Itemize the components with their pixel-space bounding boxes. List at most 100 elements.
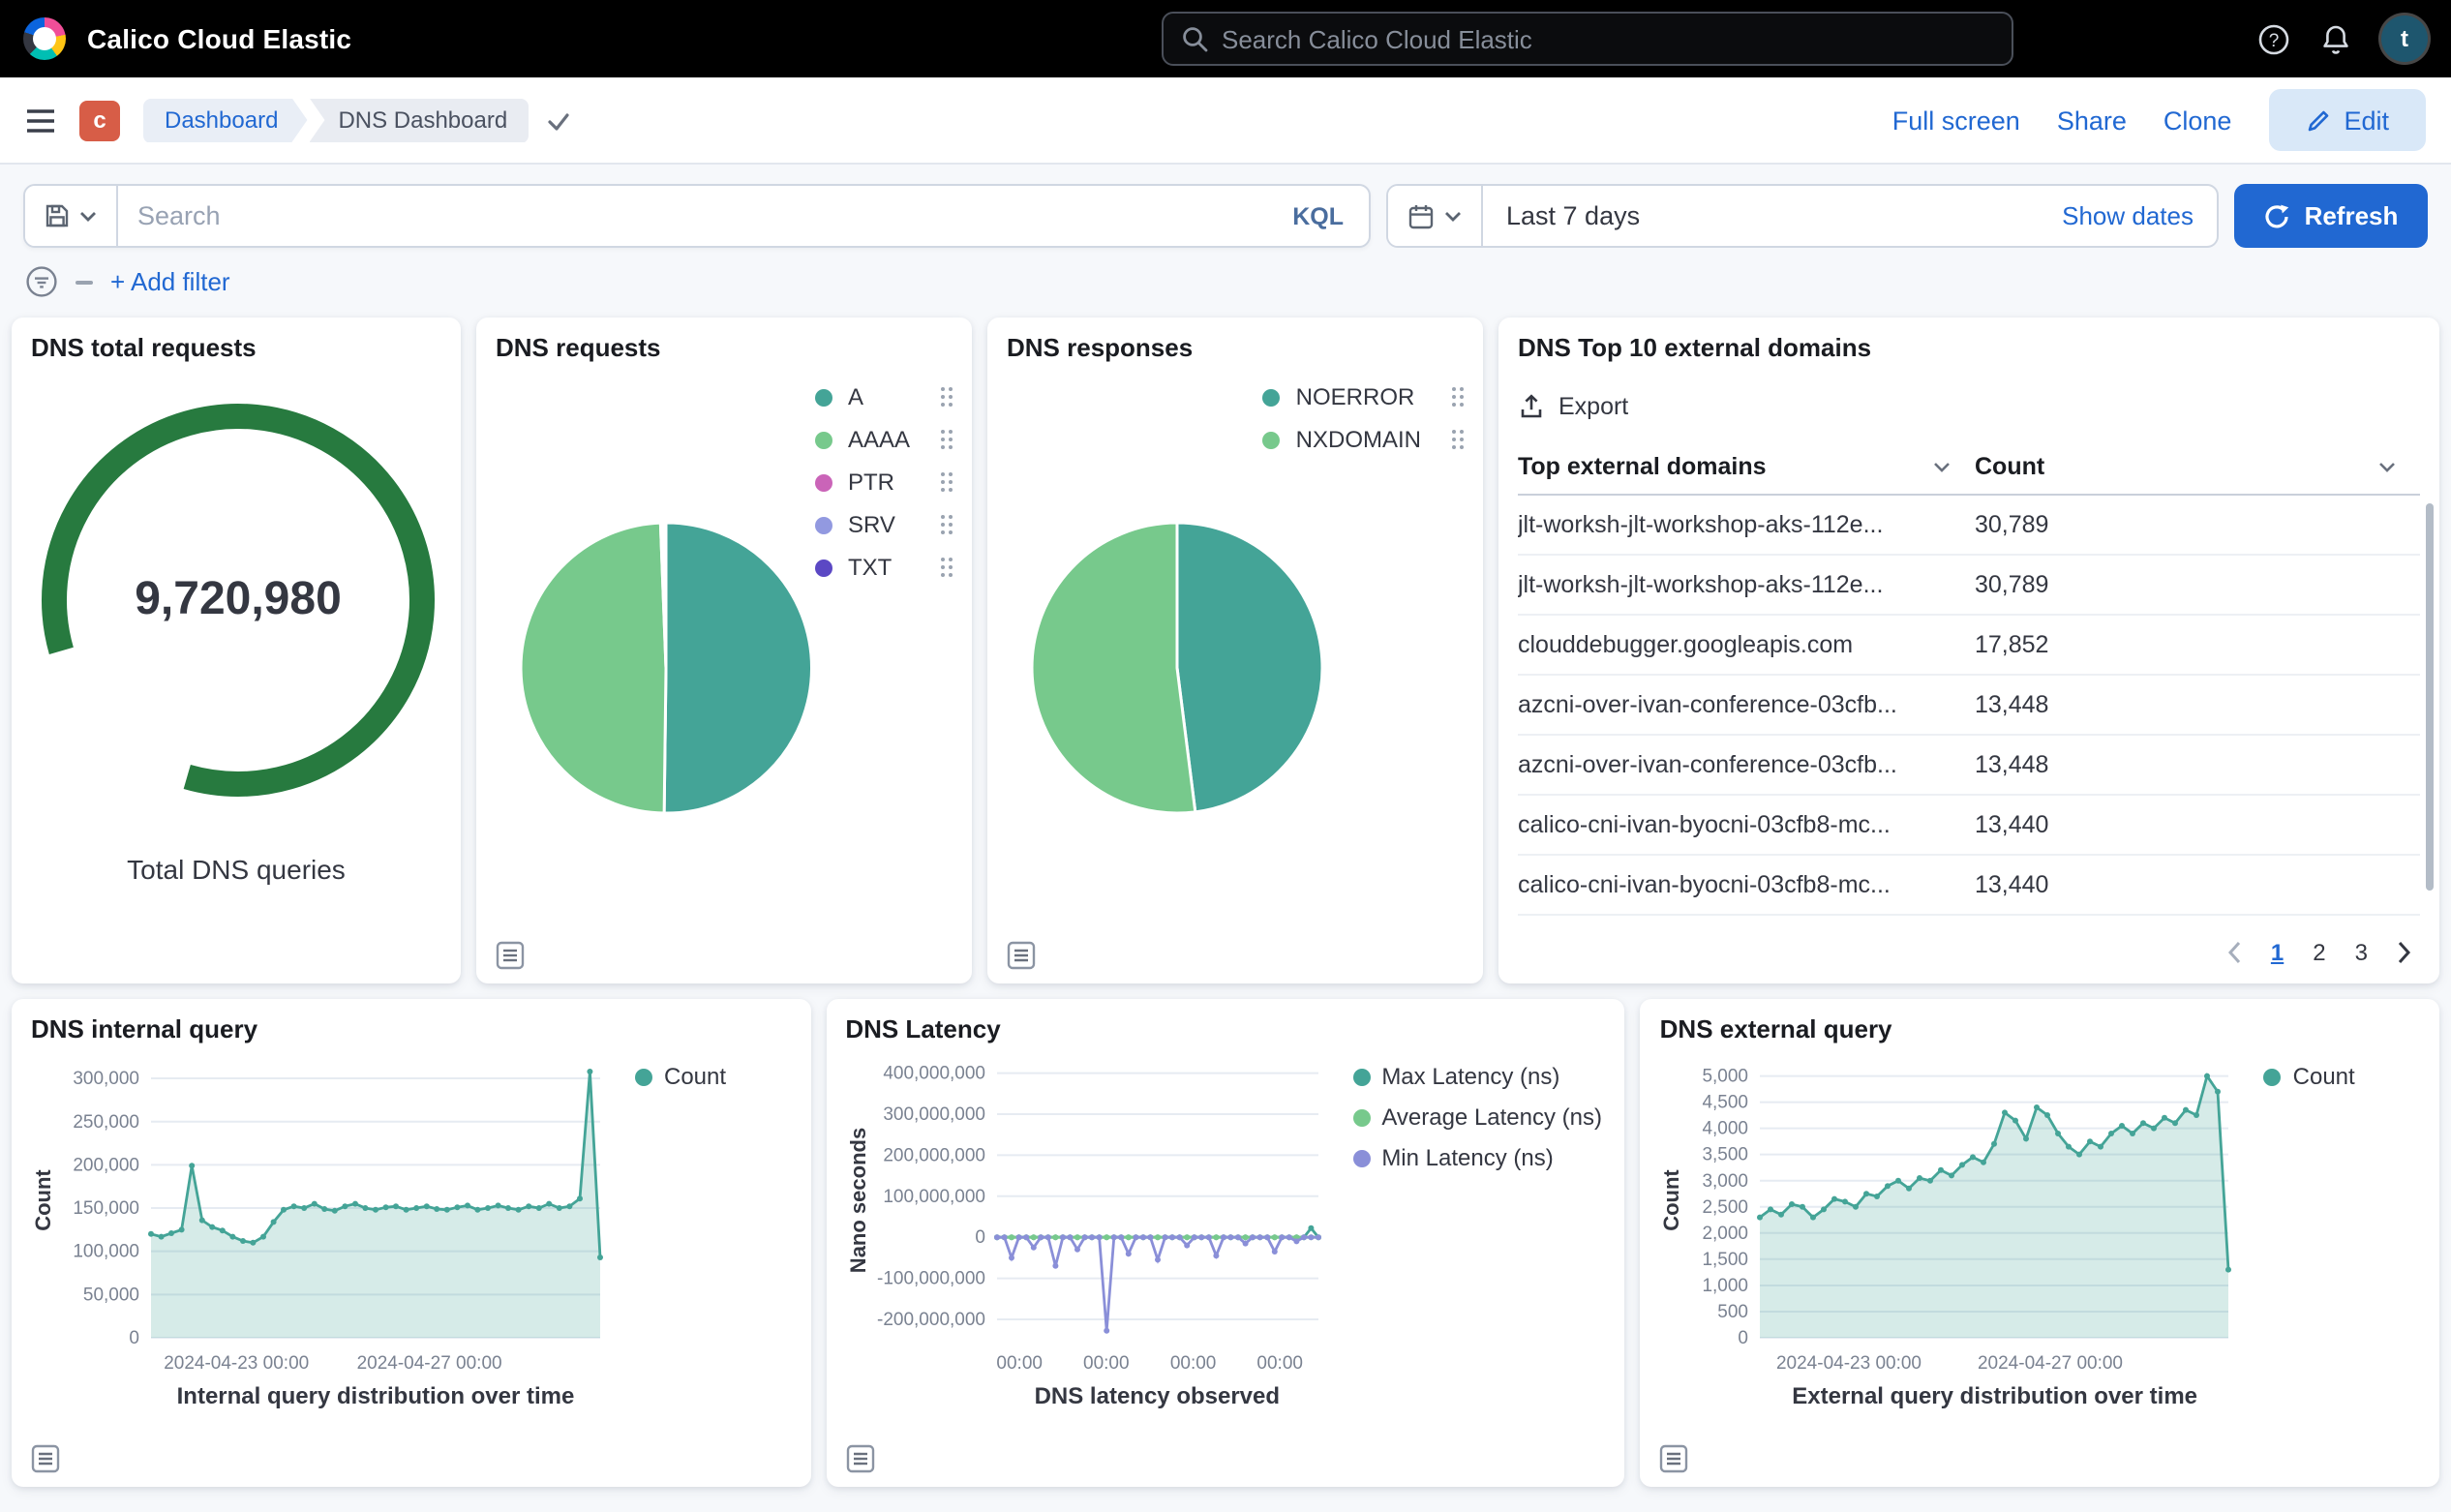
domain-cell: azcni-over-ivan-conference-03cfb... [1518, 691, 1975, 718]
breadcrumb-dashboard[interactable]: Dashboard [143, 98, 307, 142]
domains-table-body: jlt-worksh-jlt-workshop-aks-112e... 30,78… [1518, 496, 2420, 916]
elastic-logo[interactable] [23, 17, 66, 60]
notifications-icon[interactable] [2319, 22, 2352, 55]
legend-item-label: Min Latency (ns) [1381, 1144, 1553, 1171]
legend-actions-icon[interactable] [940, 515, 953, 535]
calendar-button[interactable] [1388, 186, 1483, 246]
search-icon [1181, 25, 1208, 52]
page-number-1[interactable]: 1 [2271, 939, 2284, 966]
legend-item[interactable]: Min Latency (ns) [1352, 1144, 1605, 1171]
legend-item[interactable]: Max Latency (ns) [1352, 1063, 1605, 1090]
column-header-top-external-domains[interactable]: Top external domains [1518, 453, 1975, 480]
legend-toggle-icon[interactable] [845, 1444, 874, 1473]
legend-item-txt[interactable]: TXT [848, 554, 910, 581]
domain-cell: jlt-worksh-jlt-workshop-aks-112e... [1518, 511, 1975, 538]
table-row: calico-cni-ivan-byocni-03cfb8-mc...13,44… [1518, 856, 2420, 916]
show-dates-link[interactable]: Show dates [2062, 201, 2194, 230]
legend-toggle-icon[interactable] [31, 1444, 60, 1473]
user-avatar[interactable]: t [2381, 15, 2428, 62]
panel-dns-latency: DNS Latency -200,000,000-100,000,0000100… [826, 999, 1624, 1487]
svg-text:2024-04-27 00:00: 2024-04-27 00:00 [357, 1353, 502, 1374]
legend-item-a[interactable]: A [848, 383, 910, 410]
share-button[interactable]: Share [2057, 106, 2127, 135]
legend-toggle-icon[interactable] [1660, 1444, 1689, 1473]
chart-legend: Count [616, 1047, 791, 1409]
legend-item[interactable]: Count [2264, 1063, 2420, 1090]
panel-title: DNS requests [496, 333, 953, 362]
svg-text:3,000: 3,000 [1703, 1171, 1749, 1192]
svg-text:250,000: 250,000 [73, 1112, 139, 1133]
legend-item-label: Count [2293, 1063, 2355, 1090]
dashboard-header-bar: c Dashboard DNS Dashboard Full screen Sh… [0, 77, 2451, 165]
previous-page-icon[interactable] [2226, 941, 2242, 964]
global-search-input[interactable] [1222, 24, 1994, 53]
query-search-input[interactable] [118, 186, 1267, 246]
legend-item-srv[interactable]: SRV [848, 511, 910, 538]
svg-text:2024-04-23 00:00: 2024-04-23 00:00 [164, 1353, 309, 1374]
time-range-value[interactable]: Last 7 days [1506, 201, 1640, 230]
scrollbar[interactable] [2426, 503, 2434, 891]
export-icon [1518, 393, 1545, 420]
legend-swatch-icon [1352, 1108, 1370, 1126]
export-button[interactable]: Export [1518, 393, 1628, 420]
svg-text:200,000: 200,000 [73, 1155, 139, 1175]
legend-item-aaaa[interactable]: AAAA [848, 426, 910, 453]
svg-text:00:00: 00:00 [1082, 1353, 1129, 1374]
legend-actions-icon[interactable] [940, 558, 953, 578]
svg-text:300,000: 300,000 [73, 1069, 139, 1089]
menu-icon[interactable] [25, 107, 56, 133]
edit-button[interactable]: Edit [2268, 89, 2426, 151]
legend-actions-icon[interactable] [1451, 430, 1464, 450]
saved-query-button[interactable] [25, 186, 118, 246]
legend-swatch-icon [815, 516, 832, 533]
legend-item-noerror[interactable]: NOERROR [1296, 383, 1421, 410]
legend-actions-icon[interactable] [940, 430, 953, 450]
count-cell: 30,789 [1975, 571, 2420, 598]
chevron-down-icon [79, 210, 97, 222]
export-label: Export [1558, 393, 1628, 420]
count-cell: 17,852 [1975, 631, 2420, 658]
legend-actions-icon[interactable] [940, 472, 953, 493]
legend-item-label: Max Latency (ns) [1381, 1063, 1559, 1090]
edit-button-label: Edit [2344, 106, 2389, 135]
legend-item[interactable]: Count [635, 1063, 791, 1090]
help-icon[interactable]: ? [2257, 22, 2290, 55]
x-axis-title: External query distribution over time [1660, 1382, 2245, 1409]
count-cell: 13,440 [1975, 871, 2420, 898]
full-screen-button[interactable]: Full screen [1892, 106, 2020, 135]
table-row: azcni-over-ivan-conference-03cfb...13,44… [1518, 736, 2420, 796]
refresh-icon [2264, 202, 2291, 229]
page-number-3[interactable]: 3 [2355, 939, 2368, 966]
query-bar: KQL Last 7 days Show dates Refresh [0, 165, 2451, 248]
refresh-button[interactable]: Refresh [2234, 184, 2428, 248]
clone-button[interactable]: Clone [2164, 106, 2232, 135]
legend-toggle-icon[interactable] [1007, 941, 1036, 970]
dns-requests-pie-chart[interactable] [515, 517, 817, 819]
legend-item[interactable]: Average Latency (ns) [1352, 1104, 1605, 1131]
svg-text:500: 500 [1718, 1302, 1749, 1322]
legend-swatch-icon [1352, 1068, 1370, 1085]
saved-check-icon [546, 107, 571, 133]
legend-toggle-icon[interactable] [496, 941, 525, 970]
legend-item-ptr[interactable]: PTR [848, 469, 910, 496]
page-number-2[interactable]: 2 [2313, 939, 2325, 966]
space-badge[interactable]: c [79, 100, 120, 140]
column-header-count[interactable]: Count [1975, 453, 2420, 480]
svg-text:150,000: 150,000 [73, 1198, 139, 1219]
legend-actions-icon[interactable] [940, 387, 953, 408]
dns-responses-pie-chart[interactable] [1026, 517, 1328, 819]
dns-external-query-chart[interactable]: 05001,0001,5002,0002,5003,0003,5004,0004… [1660, 1047, 2245, 1380]
column-header-label: Count [1975, 453, 2044, 480]
next-page-icon[interactable] [2397, 941, 2412, 964]
dns-latency-chart[interactable]: -200,000,000-100,000,0000100,000,000200,… [845, 1047, 1333, 1380]
legend-swatch-icon [635, 1068, 652, 1085]
kql-toggle[interactable]: KQL [1267, 186, 1369, 246]
legend-item-nxdomain[interactable]: NXDOMAIN [1296, 426, 1421, 453]
global-search[interactable] [1162, 12, 2013, 66]
dns-internal-query-chart[interactable]: 050,000100,000150,000200,000250,000300,0… [31, 1047, 616, 1380]
svg-text:0: 0 [1739, 1328, 1749, 1348]
app-title: Calico Cloud Elastic [87, 23, 351, 54]
add-filter-link[interactable]: + Add filter [110, 267, 230, 296]
filter-icon[interactable] [25, 265, 58, 298]
legend-actions-icon[interactable] [1451, 387, 1464, 408]
